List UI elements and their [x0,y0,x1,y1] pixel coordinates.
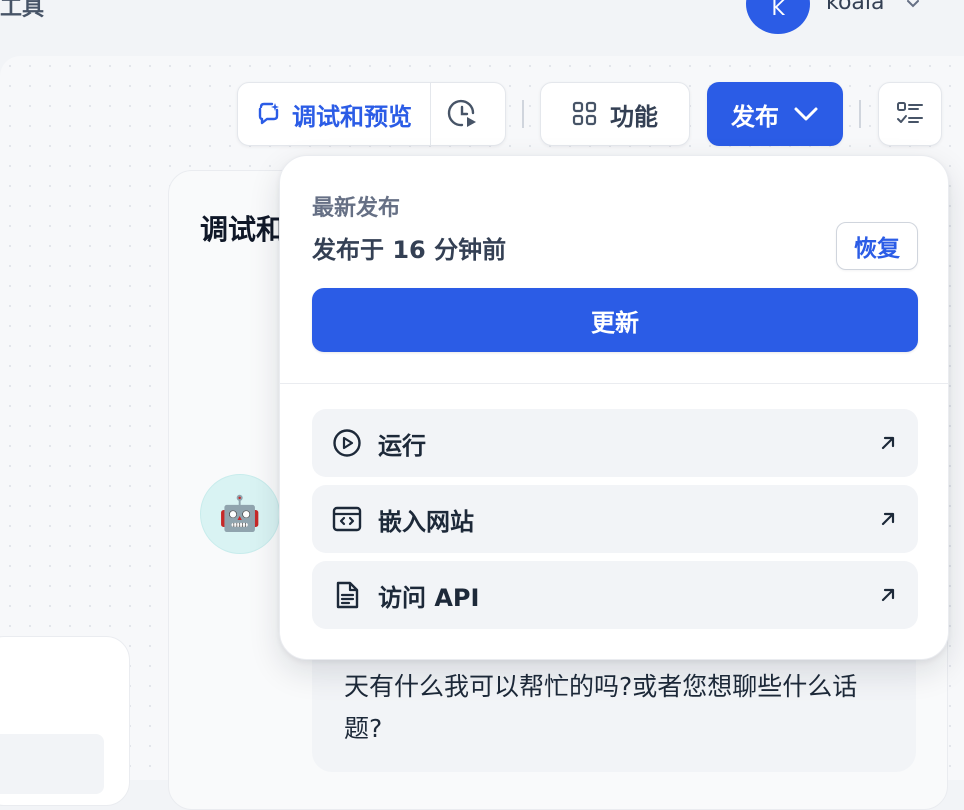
checklist-button[interactable] [878,82,942,146]
embed-code-icon [332,506,362,532]
publish-menu: 最新发布 发布于 16 分钟前 恢复 更新 运行 嵌入网站 访问 API [279,155,949,660]
features-button[interactable]: 功能 [540,82,690,146]
debug-preview-label: 调试和预览 [292,102,412,131]
arrow-up-right-icon [881,512,895,526]
latest-publish-label: 最新发布 [312,196,401,221]
publish-label: 发布 [731,102,779,131]
bot-avatar: 🤖 [200,474,280,554]
breadcrumb[interactable]: 工具 [0,0,44,22]
grid-icon [572,101,597,126]
debug-preview-button[interactable]: 调试和预览 [238,83,431,145]
update-button[interactable]: 更新 [312,288,918,352]
arrow-up-right-icon [881,436,895,450]
access-api-item[interactable]: 访问 API [312,561,918,629]
user-name[interactable]: koala [826,0,885,15]
clock-play-icon [447,99,476,127]
checklist-icon [897,102,923,123]
play-circle-icon [333,429,361,457]
chevron-down-icon[interactable] [905,0,921,10]
arrow-up-right-icon [881,588,895,602]
embed-website-item[interactable]: 嵌入网站 [312,485,918,553]
debug-preview-group: 调试和预览 [237,82,506,146]
run-history-button[interactable] [431,83,495,145]
embed-website-label: 嵌入网站 [378,507,474,536]
published-time: 发布于 16 分钟前 [312,236,507,264]
chat-message: 天有什么我可以帮忙的吗?或者您想聊些什么话题? [312,642,916,772]
restore-button[interactable]: 恢复 [836,222,918,270]
toolbar-divider [859,100,861,128]
chevron-down-icon [794,107,818,121]
publish-button[interactable]: 发布 [707,82,843,146]
menu-divider [280,383,948,384]
debug-chat-icon [258,102,279,125]
run-app-item[interactable]: 运行 [312,409,918,477]
features-label: 功能 [610,102,658,131]
user-avatar[interactable]: K [746,0,810,34]
document-icon [336,581,359,609]
access-api-label: 访问 API [378,583,480,612]
node-card-field [0,734,104,794]
robot-icon: 🤖 [218,494,262,534]
top-bar: 工具 K koala [0,0,964,56]
toolbar-divider [522,100,524,128]
run-app-label: 运行 [378,431,426,460]
avatar-initial: K [771,0,785,20]
